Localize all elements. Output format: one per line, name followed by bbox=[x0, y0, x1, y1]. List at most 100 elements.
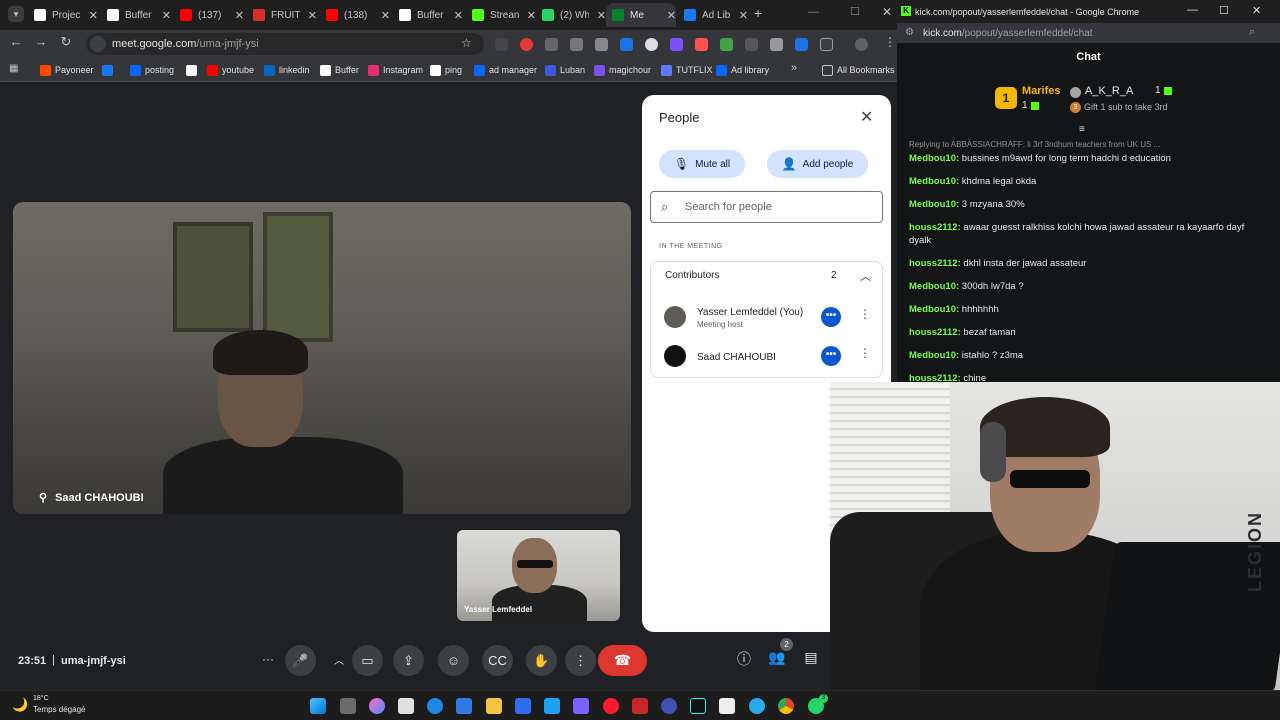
site-info-icon[interactable] bbox=[90, 36, 106, 52]
chevron-up-icon[interactable]: ︿ bbox=[334, 652, 344, 667]
extension-icon[interactable] bbox=[645, 38, 658, 51]
tab-close-icon[interactable]: ✕ bbox=[527, 9, 536, 22]
self-video-tile[interactable]: Yasser Lemfeddel bbox=[457, 530, 620, 621]
bookmark-item[interactable]: Buffer bbox=[320, 62, 359, 78]
chat-username[interactable]: Medbou10 bbox=[909, 153, 956, 164]
participant-row[interactable]: Saad CHAHOUBI ••• ⋮ bbox=[651, 338, 882, 374]
chat-username[interactable]: Medbou10 bbox=[909, 199, 956, 210]
browser-tab[interactable]: Buffer ✕ bbox=[101, 3, 171, 27]
search-input[interactable]: ⌕ Search for people bbox=[650, 191, 883, 223]
tab-close-icon[interactable]: ✕ bbox=[308, 9, 317, 22]
add-people-button[interactable]: 👤 Add people bbox=[767, 150, 868, 178]
extension-icon[interactable] bbox=[520, 38, 533, 51]
close-window-icon[interactable]: ✕ bbox=[1252, 4, 1261, 17]
taskbar-app-icon[interactable] bbox=[632, 698, 648, 714]
extension-icon[interactable] bbox=[495, 38, 508, 51]
forward-button[interactable]: → bbox=[31, 34, 51, 49]
meeting-info-icon[interactable]: ⓘ bbox=[733, 649, 755, 669]
leader-name[interactable]: Marifes bbox=[1022, 85, 1061, 97]
maximize-icon[interactable]: ☐ bbox=[1219, 4, 1229, 17]
extension-icon[interactable] bbox=[570, 38, 583, 51]
people-icon[interactable]: 👥 bbox=[766, 649, 788, 666]
tab-close-icon[interactable]: ✕ bbox=[667, 9, 676, 22]
chrome-icon[interactable] bbox=[778, 698, 794, 714]
browser-tab[interactable]: Ad Lib ✕ bbox=[678, 3, 748, 27]
taskbar-app-icon[interactable] bbox=[456, 698, 472, 714]
extension-icon[interactable] bbox=[795, 38, 808, 51]
taskbar-app-icon[interactable] bbox=[427, 698, 443, 714]
bookmark-item[interactable]: TUTFLIX bbox=[661, 62, 713, 78]
minimize-icon[interactable]: — bbox=[808, 6, 819, 18]
browser-tab[interactable]: Me ✕ bbox=[606, 3, 676, 27]
copilot-icon[interactable] bbox=[369, 698, 385, 714]
browser-tab[interactable]: (2) Wh ✕ bbox=[536, 3, 606, 27]
bookmark-item[interactable]: Luban bbox=[545, 62, 585, 78]
raise-hand-button[interactable]: ✋ bbox=[526, 645, 557, 676]
taskbar-app-icon[interactable] bbox=[661, 698, 677, 714]
close-icon[interactable]: ✕ bbox=[860, 107, 873, 127]
bookmark-item[interactable]: Payoneer bbox=[40, 62, 94, 78]
taskbar-app-icon[interactable] bbox=[573, 698, 589, 714]
camera-button[interactable]: ▭ bbox=[352, 645, 383, 676]
reload-button[interactable]: ↻ bbox=[56, 34, 76, 50]
chat-username[interactable]: houss2112 bbox=[909, 327, 958, 338]
telegram-icon[interactable] bbox=[749, 698, 765, 714]
chat-username[interactable]: houss2112 bbox=[909, 258, 958, 269]
bookmark-item[interactable] bbox=[102, 62, 117, 78]
file-explorer-icon[interactable] bbox=[486, 698, 502, 714]
apps-grid-icon[interactable]: ▦ bbox=[9, 63, 18, 74]
tab-close-icon[interactable]: ✕ bbox=[454, 9, 463, 22]
browser-tab[interactable]: (137) ✕ bbox=[174, 3, 244, 27]
participant-row[interactable]: Yasser Lemfeddel (You) Meeting host ••• … bbox=[651, 299, 882, 335]
back-button[interactable]: ← bbox=[6, 34, 26, 49]
mute-all-button[interactable]: 🎙 Mute all bbox=[659, 150, 745, 178]
site-info-icon[interactable]: ⚙ bbox=[905, 27, 914, 38]
gift-sub-prompt[interactable]: Gift 1 sub to take 3rd bbox=[1084, 102, 1168, 112]
minimize-icon[interactable]: — bbox=[1187, 4, 1198, 16]
more-options-button[interactable]: ⋮ bbox=[565, 645, 596, 676]
microphone-button[interactable]: 🎤 bbox=[285, 645, 316, 676]
new-tab-button[interactable]: + bbox=[754, 5, 762, 21]
zoom-icon[interactable]: ⌕ bbox=[1249, 26, 1255, 39]
browser-menu-icon[interactable]: ⋮ bbox=[884, 35, 896, 49]
extension-icon[interactable] bbox=[770, 38, 783, 51]
mail-icon[interactable] bbox=[544, 698, 560, 714]
bookmark-item[interactable]: ad manager bbox=[474, 62, 537, 78]
chat-username[interactable]: Medbou10 bbox=[909, 350, 956, 361]
kebab-menu-icon[interactable]: ⋮ bbox=[859, 307, 871, 321]
bookmark-item[interactable] bbox=[186, 62, 201, 78]
taskbar-app-icon[interactable] bbox=[398, 698, 414, 714]
tiktok-icon[interactable] bbox=[690, 698, 706, 714]
moon-weather-icon[interactable]: 🌙 bbox=[12, 697, 28, 713]
chat-username[interactable]: Medbou10 bbox=[909, 176, 956, 187]
main-video-tile[interactable]: ⚲ Saad CHAHOUBI bbox=[13, 202, 631, 514]
second-name[interactable]: A_K_R_A bbox=[1085, 85, 1133, 97]
browser-tab[interactable]: Projec ✕ bbox=[28, 3, 98, 27]
chevron-up-icon[interactable]: ︿ bbox=[860, 268, 871, 284]
extension-icon[interactable] bbox=[545, 38, 558, 51]
browser-tab[interactable]: (138) ✕ bbox=[320, 3, 390, 27]
tab-close-icon[interactable]: ✕ bbox=[739, 9, 748, 22]
browser-tab[interactable]: Strean ✕ bbox=[466, 3, 536, 27]
emoji-reaction-button[interactable]: ☺ bbox=[438, 645, 469, 676]
extension-icon[interactable] bbox=[745, 38, 758, 51]
pinned-toggle-icon[interactable]: ≡ bbox=[1079, 124, 1085, 135]
taskbar-app-icon[interactable] bbox=[719, 698, 735, 714]
address-bar[interactable]: meet.google.com/uma-jmjf-ysi ☆ bbox=[86, 33, 484, 55]
more-options-icon[interactable]: ••• bbox=[821, 346, 841, 366]
bookmark-item[interactable]: Ad library bbox=[716, 62, 769, 78]
browser-tab[interactable]: Buffer ✕ bbox=[393, 3, 463, 27]
present-screen-button[interactable]: ⇪ bbox=[393, 645, 424, 676]
kick-address-bar[interactable]: ⚙ kick.com/popout/yasserlemfeddel/chat ⌕ bbox=[897, 23, 1280, 43]
chat-username[interactable]: Medbou10 bbox=[909, 304, 956, 315]
taskbar-app-icon[interactable] bbox=[515, 698, 531, 714]
tab-search-icon[interactable]: ▾ bbox=[8, 6, 24, 22]
extension-icon[interactable] bbox=[595, 38, 608, 51]
all-bookmarks-folder[interactable]: All Bookmarks bbox=[822, 62, 895, 78]
chat-username[interactable]: Medbou10 bbox=[909, 281, 956, 292]
start-windows-icon[interactable] bbox=[310, 698, 326, 714]
browser-tab[interactable]: FRUIT ✕ bbox=[247, 3, 317, 27]
bookmark-item[interactable]: linkedin bbox=[264, 62, 310, 78]
chat-username[interactable]: houss2112 bbox=[909, 222, 958, 233]
bookmark-item[interactable]: ping bbox=[430, 62, 462, 78]
